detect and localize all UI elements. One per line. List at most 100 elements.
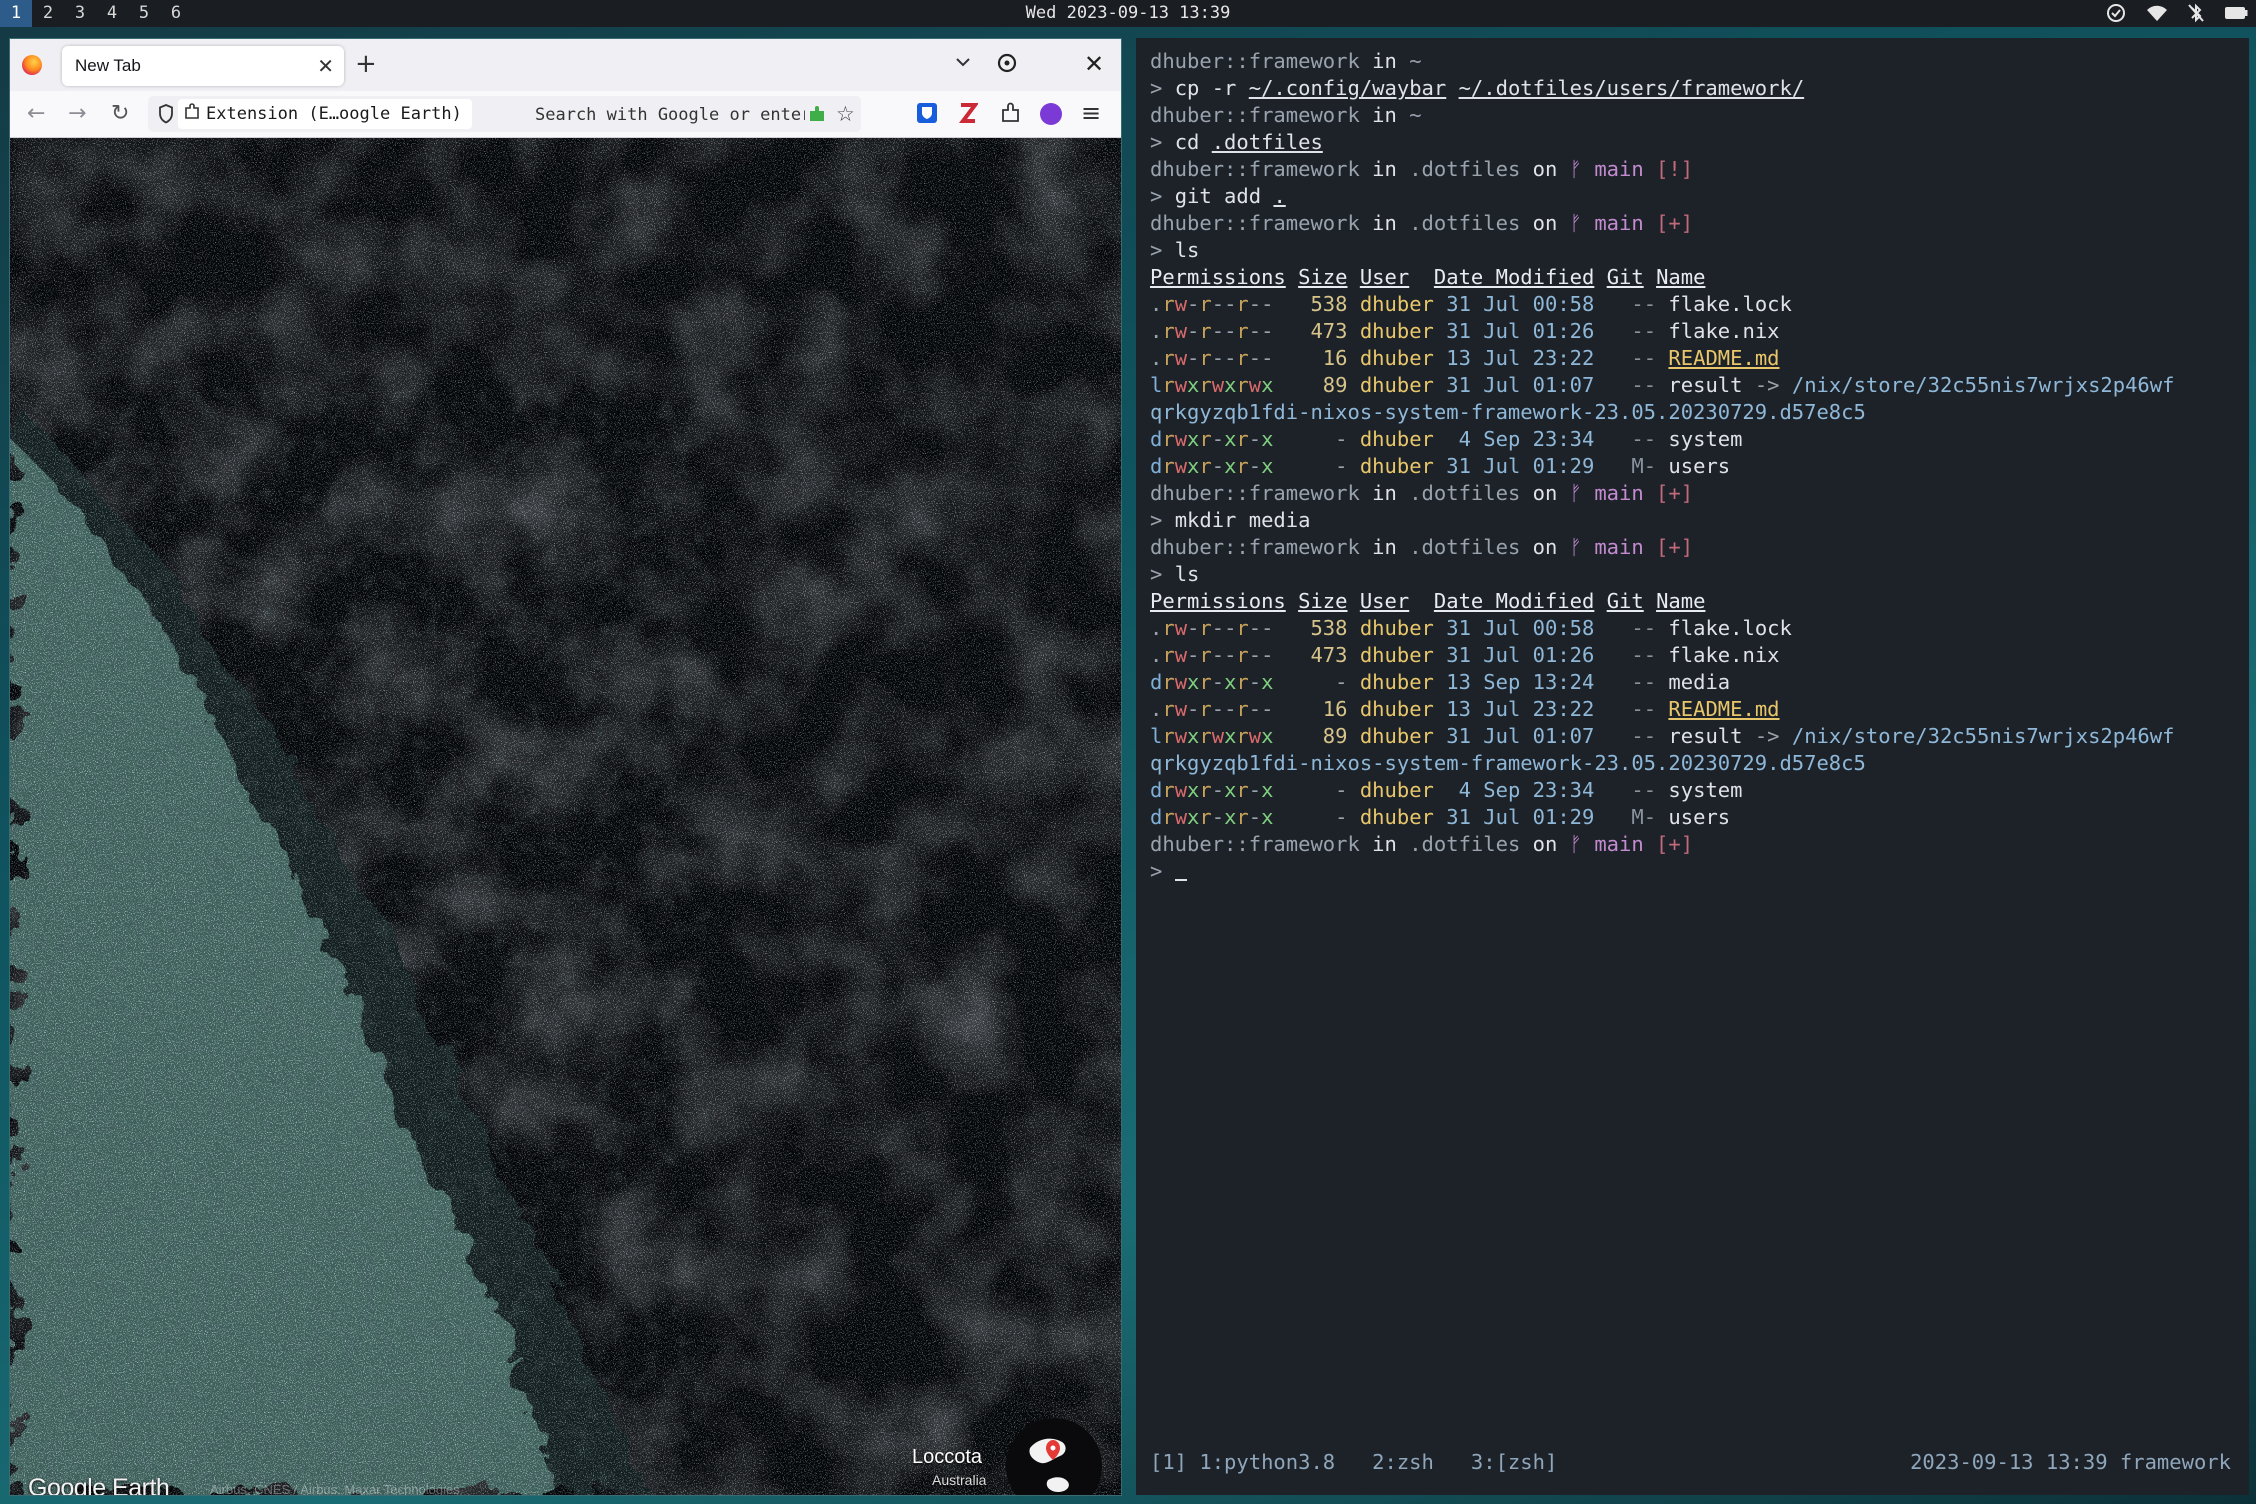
list-all-tabs-icon[interactable] <box>954 53 972 75</box>
file-name: system <box>1668 778 1743 802</box>
prompt-user: dhuber::framework <box>1150 157 1360 181</box>
close-window-button[interactable]: ✕ <box>1084 47 1104 81</box>
permission-char: - <box>1248 778 1262 802</box>
permission-char: - <box>1187 697 1200 721</box>
ls-column-header: User <box>1359 265 1410 289</box>
prompt-line: dhuber::framework in .dotfiles on ᚠ main… <box>1150 831 2245 858</box>
wifi-icon[interactable] <box>2146 4 2168 22</box>
profile-avatar-icon[interactable] <box>1040 103 1062 125</box>
firefox-logo-icon[interactable] <box>22 55 42 75</box>
ls-column-header: Git <box>1606 265 1644 289</box>
permission-char: - <box>1248 454 1262 478</box>
permission-char: - <box>1248 292 1262 316</box>
tmux-window-list[interactable]: [1] 1:python3.8 2:zsh 3:[zsh] <box>1150 1447 1557 1477</box>
ls-column-header: Size <box>1298 265 1348 289</box>
permission-char: - <box>1224 643 1237 667</box>
url-bar[interactable]: Extension (E…oogle Earth) ☆ <box>148 96 861 132</box>
permission-char: - <box>1187 292 1200 316</box>
back-button[interactable]: ← <box>27 91 45 137</box>
extensions-icon[interactable] <box>1000 102 1022 128</box>
tab-new-tab[interactable]: New Tab ✕ <box>62 46 344 86</box>
new-tab-button[interactable]: + <box>355 47 377 81</box>
command-text <box>1446 76 1458 100</box>
permission-char: - <box>1248 697 1262 721</box>
file-date: 4 Sep 23:34 <box>1446 427 1595 451</box>
permission-char: r <box>1199 778 1212 802</box>
permission-char: - <box>1248 805 1262 829</box>
git-branch-icon: ᚠ <box>1569 157 1582 181</box>
zotero-icon[interactable] <box>958 102 979 128</box>
reload-button[interactable]: ↻ <box>111 91 129 137</box>
ls-column-header: Name <box>1656 589 1706 613</box>
git-status: -- <box>1631 643 1657 667</box>
close-tab-icon[interactable]: ✕ <box>317 46 334 86</box>
extension-active-icon[interactable] <box>808 105 826 127</box>
globe-navigator-icon[interactable] <box>1006 1418 1102 1495</box>
permission-char: r <box>1162 643 1175 667</box>
permission-char: . <box>1150 292 1163 316</box>
permission-char: r <box>1162 427 1175 451</box>
permission-char: x <box>1187 427 1200 451</box>
workspace-6[interactable]: 6 <box>160 0 192 27</box>
ls-column-header: Permissions <box>1150 589 1286 613</box>
git-status: -- <box>1631 373 1657 397</box>
file-size: 89 <box>1273 373 1348 397</box>
workspace-3[interactable]: 3 <box>64 0 96 27</box>
workspace-1[interactable]: 1 <box>0 0 32 27</box>
file-owner: dhuber <box>1359 427 1434 451</box>
container-tab-icon[interactable] <box>996 52 1018 78</box>
permission-char: - <box>1248 616 1262 640</box>
battery-icon[interactable] <box>2224 6 2248 20</box>
command-text: .dotfiles <box>1211 130 1323 154</box>
command-text: ~/.config/waybar <box>1248 76 1447 100</box>
tracking-protection-shield-icon[interactable] <box>158 104 174 128</box>
satellite-imagery <box>10 138 1121 1495</box>
file-owner: dhuber <box>1359 724 1434 748</box>
bluetooth-off-icon[interactable] <box>2188 3 2204 23</box>
workspace-2[interactable]: 2 <box>32 0 64 27</box>
place-country: Australia <box>932 1472 987 1488</box>
file-name: flake.lock <box>1668 616 1792 640</box>
imagery-credits: Airbus, CNES / Airbus, Maxar Technologie… <box>210 1482 460 1495</box>
file-size: 89 <box>1273 724 1348 748</box>
terminal-window[interactable]: dhuber::framework in ~ > cp -r ~/.config/… <box>1136 38 2249 1495</box>
permission-char: - <box>1211 454 1225 478</box>
workspace-4[interactable]: 4 <box>96 0 128 27</box>
permission-char: . <box>1150 643 1163 667</box>
workspace-5[interactable]: 5 <box>128 0 160 27</box>
prompt-text: in <box>1359 211 1410 235</box>
prompt-directory: .dotfiles <box>1409 481 1521 505</box>
ls-column-header: Date Modified <box>1433 589 1595 613</box>
prompt-directory: .dotfiles <box>1409 535 1521 559</box>
command-line: > cd .dotfiles <box>1150 129 2245 156</box>
ls-entry: .rw-r--r-- 473 dhuber 31 Jul 01:26 -- fl… <box>1150 642 2245 669</box>
bookmark-star-icon[interactable]: ☆ <box>836 102 855 126</box>
prompt-directory: .dotfiles <box>1409 157 1521 181</box>
permission-char: x <box>1261 778 1274 802</box>
prompt-text: on <box>1520 157 1570 181</box>
ls-entry: .rw-r--r-- 16 dhuber 13 Jul 23:22 -- REA… <box>1150 696 2245 723</box>
check-circle-icon[interactable] <box>2106 3 2126 23</box>
identity-box[interactable]: Extension (E…oogle Earth) <box>178 99 472 129</box>
permission-char: r <box>1199 724 1212 748</box>
bitwarden-icon[interactable] <box>916 102 938 128</box>
permission-char: w <box>1174 724 1188 748</box>
forward-button[interactable]: → <box>68 91 86 137</box>
permission-char: r <box>1199 427 1212 451</box>
ls-column-header: Git <box>1606 589 1644 613</box>
file-name: users <box>1668 805 1731 829</box>
google-earth-view[interactable]: Loccota Australia Google Earth Airbus, C… <box>10 138 1121 1495</box>
hamburger-menu-icon[interactable]: ≡ <box>1081 96 1101 130</box>
address-input[interactable] <box>533 99 807 131</box>
